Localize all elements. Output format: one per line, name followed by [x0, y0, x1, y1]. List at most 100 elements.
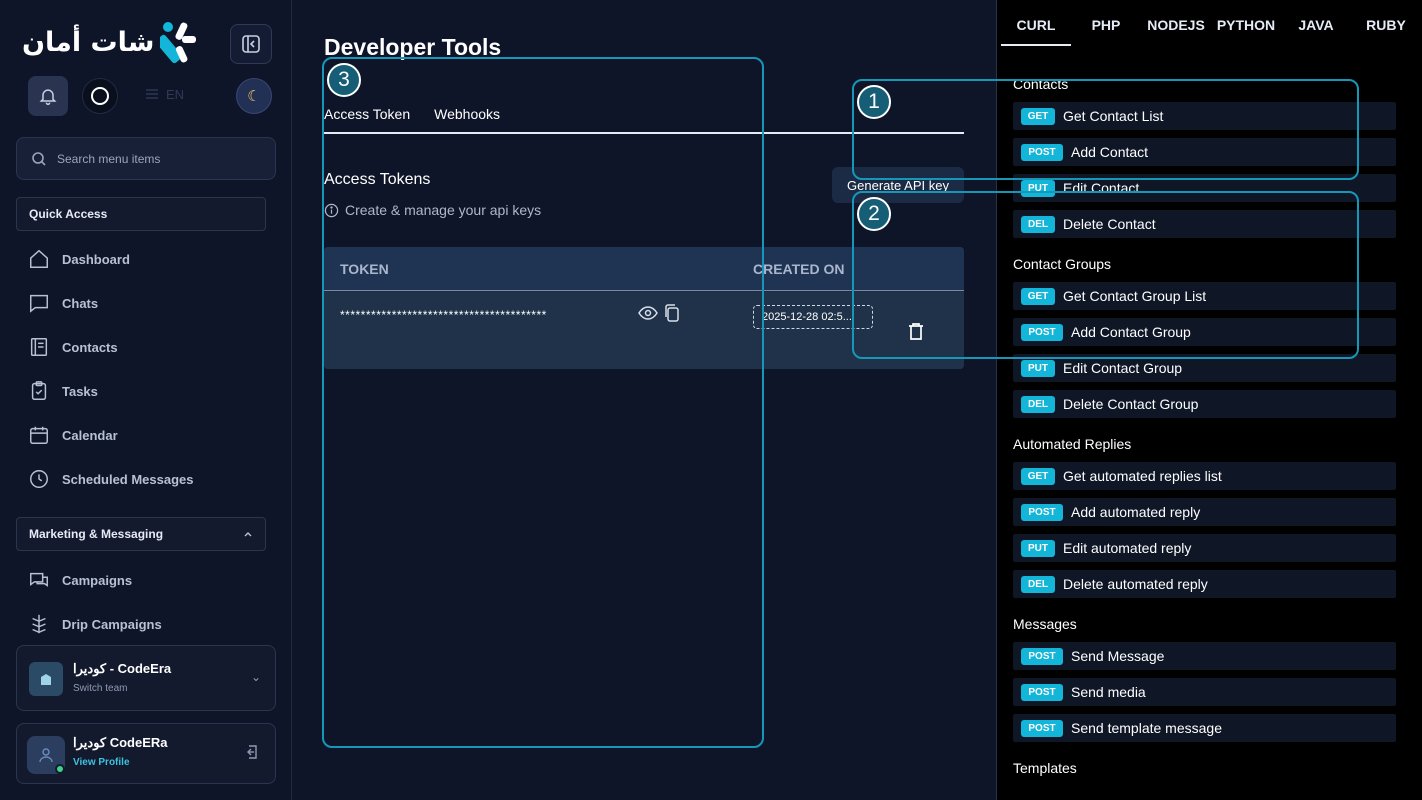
user-icon: [39, 748, 53, 763]
delete-token-button[interactable]: [908, 322, 924, 346]
endpoint-add-contact[interactable]: POST Add Contact: [1013, 138, 1396, 166]
method-badge: POST: [1021, 323, 1063, 341]
search-input[interactable]: [57, 151, 257, 166]
tab-webhooks[interactable]: Webhooks: [434, 96, 500, 132]
endpoint-label: Edit Contact: [1063, 180, 1140, 196]
tab-python[interactable]: PYTHON: [1211, 0, 1281, 46]
chat-icon: [30, 294, 48, 313]
highlight-label-2: 2: [857, 197, 891, 231]
tokens-table: TOKEN CREATED ON ***********************…: [324, 247, 964, 369]
marketing-section-header[interactable]: Marketing & Messaging: [16, 517, 266, 551]
endpoint-delete-contact-group[interactable]: DEL Delete Contact Group: [1013, 390, 1396, 418]
group-title-contact-groups: Contact Groups: [1013, 256, 1112, 272]
nav-item-label: Campaigns: [62, 572, 133, 588]
copy-icon: [665, 304, 679, 322]
logout-button[interactable]: [243, 744, 259, 765]
tab-java[interactable]: JAVA: [1281, 0, 1351, 46]
endpoint-send-media[interactable]: POST Send media: [1013, 678, 1396, 706]
tab-php[interactable]: PHP: [1071, 0, 1141, 46]
status-button[interactable]: [82, 78, 118, 114]
app-logo[interactable]: شات أمان: [22, 20, 198, 64]
endpoint-label: Delete Contact: [1063, 216, 1156, 232]
group-title-templates: Templates: [1013, 760, 1077, 776]
method-badge: PUT: [1021, 359, 1055, 377]
endpoint-delete-contact[interactable]: DEL Delete Contact: [1013, 210, 1396, 238]
access-tokens-subtitle: Create & manage your api keys: [324, 202, 541, 218]
nav-item-label: Calendar: [62, 427, 118, 443]
endpoint-label: Add Contact Group: [1071, 324, 1191, 340]
nav-item-dashboard[interactable]: Dashboard: [28, 247, 130, 271]
nav-item-label: Tasks: [62, 383, 98, 399]
drip-icon: [32, 614, 46, 634]
table-row: ****************************************…: [324, 292, 964, 369]
endpoint-get-contact-list[interactable]: GET Get Contact List: [1013, 102, 1396, 130]
endpoint-edit-contact[interactable]: PUT Edit Contact: [1013, 174, 1396, 202]
logout-icon: [247, 745, 257, 759]
table-header: TOKEN CREATED ON: [324, 247, 964, 291]
generate-api-key-button[interactable]: Generate API key: [832, 167, 964, 203]
menu-search: [16, 137, 276, 180]
logo-mark-icon: [156, 20, 198, 64]
nav-item-scheduled-messages[interactable]: Scheduled Messages: [28, 467, 194, 491]
endpoint-label: Add automated reply: [1071, 504, 1201, 520]
tab-ruby[interactable]: RUBY: [1351, 0, 1421, 46]
endpoint-add-contact-group[interactable]: POST Add Contact Group: [1013, 318, 1396, 346]
endpoint-label: Get automated replies list: [1063, 468, 1222, 484]
endpoint-delete-automated-reply[interactable]: DEL Delete automated reply: [1013, 570, 1396, 598]
chevron-down-icon: ⌄: [250, 670, 261, 684]
view-profile-link[interactable]: View Profile: [73, 757, 130, 768]
endpoint-label: Edit Contact Group: [1063, 360, 1183, 376]
quick-access-header[interactable]: Quick Access: [16, 197, 266, 231]
highlight-label-1: 1: [857, 85, 891, 119]
endpoint-edit-contact-group[interactable]: PUT Edit Contact Group: [1013, 354, 1396, 382]
column-header-created-on: CREATED ON: [753, 261, 845, 277]
method-badge: GET: [1021, 467, 1055, 485]
show-token-button[interactable]: [638, 305, 658, 326]
language-switcher[interactable]: EN: [144, 86, 184, 102]
collapse-sidebar-button[interactable]: [230, 24, 272, 64]
tab-access-token[interactable]: Access Token: [324, 96, 410, 132]
endpoint-edit-automated-reply[interactable]: PUT Edit automated reply: [1013, 534, 1396, 562]
notifications-button[interactable]: [28, 76, 68, 116]
copy-token-button[interactable]: [664, 304, 680, 327]
team-switch-label: Switch team: [73, 683, 128, 694]
group-title-contacts: Contacts: [1013, 76, 1069, 92]
nav-item-calendar[interactable]: Calendar: [28, 423, 118, 447]
endpoint-send-template-message[interactable]: POST Send template message: [1013, 714, 1396, 742]
endpoint-send-message[interactable]: POST Send Message: [1013, 642, 1396, 670]
endpoint-get-contact-group-list[interactable]: GET Get Contact Group List: [1013, 282, 1396, 310]
contacts-icon: [30, 338, 48, 356]
nav-item-contacts[interactable]: Contacts: [28, 335, 118, 359]
endpoint-label: Get Contact Group List: [1063, 288, 1207, 304]
nav-item-tasks[interactable]: Tasks: [28, 379, 98, 403]
endpoint-label: Get Contact List: [1063, 108, 1164, 124]
trash-icon: [909, 323, 923, 340]
language-tabs: CURL PHP NODEJS PYTHON JAVA RUBY: [1001, 0, 1421, 46]
endpoint-get-automated-replies[interactable]: GET Get automated replies list: [1013, 462, 1396, 490]
nav-item-drip-campaigns[interactable]: Drip Campaigns: [28, 612, 162, 636]
nav-item-chats[interactable]: Chats: [28, 291, 98, 315]
method-badge: PUT: [1021, 539, 1055, 557]
team-switcher[interactable]: كوديرا - CodeEra Switch team ⌄: [16, 645, 276, 711]
tab-curl[interactable]: CURL: [1001, 0, 1071, 46]
nav-item-label: Chats: [62, 295, 99, 311]
endpoint-label: Add Contact: [1071, 144, 1149, 160]
chevron-up-icon: [244, 532, 252, 537]
nav-item-campaigns[interactable]: Campaigns: [28, 568, 132, 592]
group-title-messages: Messages: [1013, 616, 1077, 632]
created-on-value: 2025-12-28 02:5...: [753, 305, 873, 329]
search-icon: [32, 151, 46, 166]
theme-toggle-button[interactable]: ☾: [236, 78, 272, 114]
token-value: ****************************************: [340, 308, 547, 322]
method-badge: POST: [1021, 503, 1063, 521]
marketing-section-label: Marketing & Messaging: [29, 527, 164, 541]
endpoint-label: Delete automated reply: [1063, 576, 1208, 592]
group-title-automated-replies: Automated Replies: [1013, 436, 1132, 452]
endpoint-label: Edit automated reply: [1063, 540, 1192, 556]
team-name: كوديرا - CodeEra: [73, 661, 172, 676]
tab-nodejs[interactable]: NODEJS: [1141, 0, 1211, 46]
endpoint-add-automated-reply[interactable]: POST Add automated reply: [1013, 498, 1396, 526]
sidebar: شات أمان EN ☾ Quick Access: [0, 0, 292, 800]
method-badge: GET: [1021, 287, 1055, 305]
status-ring-icon: [91, 87, 109, 105]
